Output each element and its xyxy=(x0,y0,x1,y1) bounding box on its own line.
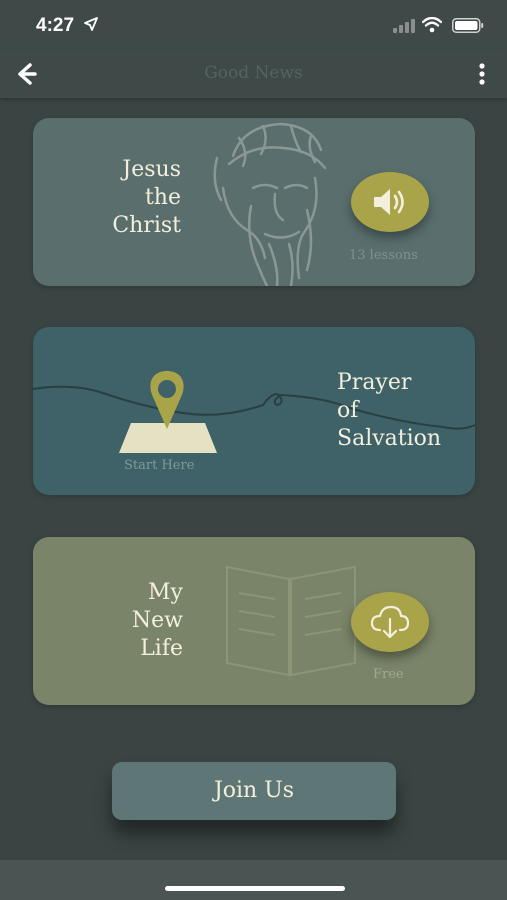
cloud-download-icon xyxy=(370,605,410,639)
join-us-button[interactable]: Join Us xyxy=(112,762,396,820)
card-title: Jesus the Christ xyxy=(112,157,181,238)
jesus-portrait-icon xyxy=(213,122,327,286)
open-book-icon xyxy=(226,565,356,677)
status-time: 4:27 xyxy=(36,15,75,36)
status-bar: 4:27 xyxy=(0,0,507,50)
price-label: Free xyxy=(373,667,404,682)
card-prayer-of-salvation[interactable]: Prayer of Salvation Start Here xyxy=(33,327,475,495)
start-here-label: Start Here xyxy=(124,458,195,473)
card-my-new-life[interactable]: My New Life Free xyxy=(33,537,475,705)
location-arrow-icon xyxy=(84,17,98,31)
card-title: My New Life xyxy=(131,580,183,661)
cellular-signal-icon xyxy=(393,19,415,33)
navigation-bar: Good News xyxy=(0,50,507,98)
home-indicator[interactable] xyxy=(165,886,345,891)
card-title: Prayer of Salvation xyxy=(337,370,442,451)
download-button[interactable] xyxy=(351,592,429,652)
battery-icon xyxy=(452,18,484,33)
audio-button[interactable] xyxy=(351,172,429,232)
card-jesus-the-christ[interactable]: Jesus the Christ 13 lessons xyxy=(33,118,475,286)
page-title: Good News xyxy=(204,63,303,83)
bottom-bar xyxy=(0,860,507,900)
speaker-icon xyxy=(374,189,404,215)
map-pin-icon xyxy=(150,371,184,429)
wifi-icon xyxy=(422,17,442,33)
lesson-count: 13 lessons xyxy=(349,248,418,263)
more-options-icon[interactable] xyxy=(470,60,494,88)
